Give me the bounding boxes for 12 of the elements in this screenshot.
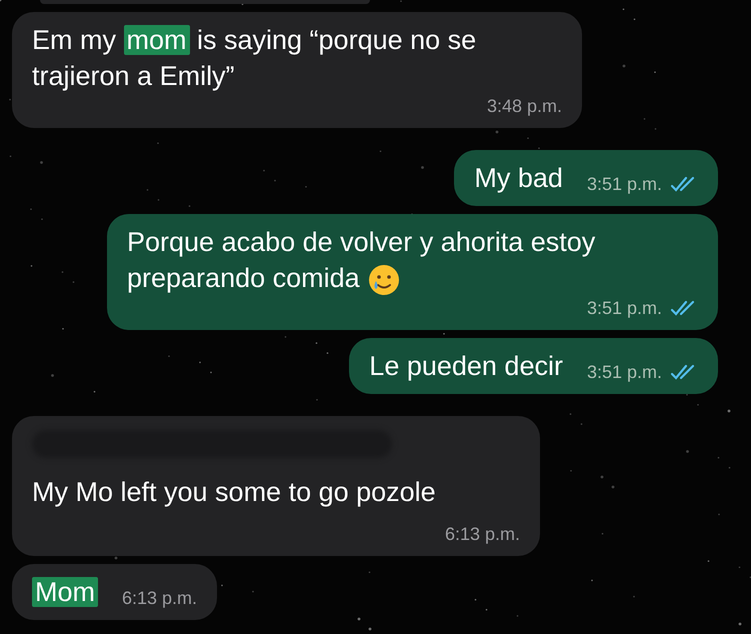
message-time: 6:13 p.m.	[122, 587, 198, 610]
message-text: My bad	[474, 162, 563, 195]
message-time: 3:51 p.m.	[586, 297, 662, 320]
message-time: 3:48 p.m.	[486, 95, 562, 118]
message-text: Le pueden decir	[369, 350, 563, 383]
message-time: 3:51 p.m.	[586, 361, 662, 384]
message-time: 3:51 p.m.	[586, 173, 662, 196]
message-text: Mom	[32, 574, 98, 610]
message-text: Porque acabo de volver y ahorita estoy preparando comida	[127, 224, 698, 296]
message-text: Em my mom is saying “porque no se trajieron a Emily”	[32, 24, 478, 93]
message-text: My Mo left you some to go pozole	[32, 476, 437, 509]
message-time: 6:13 p.m.	[444, 523, 520, 546]
